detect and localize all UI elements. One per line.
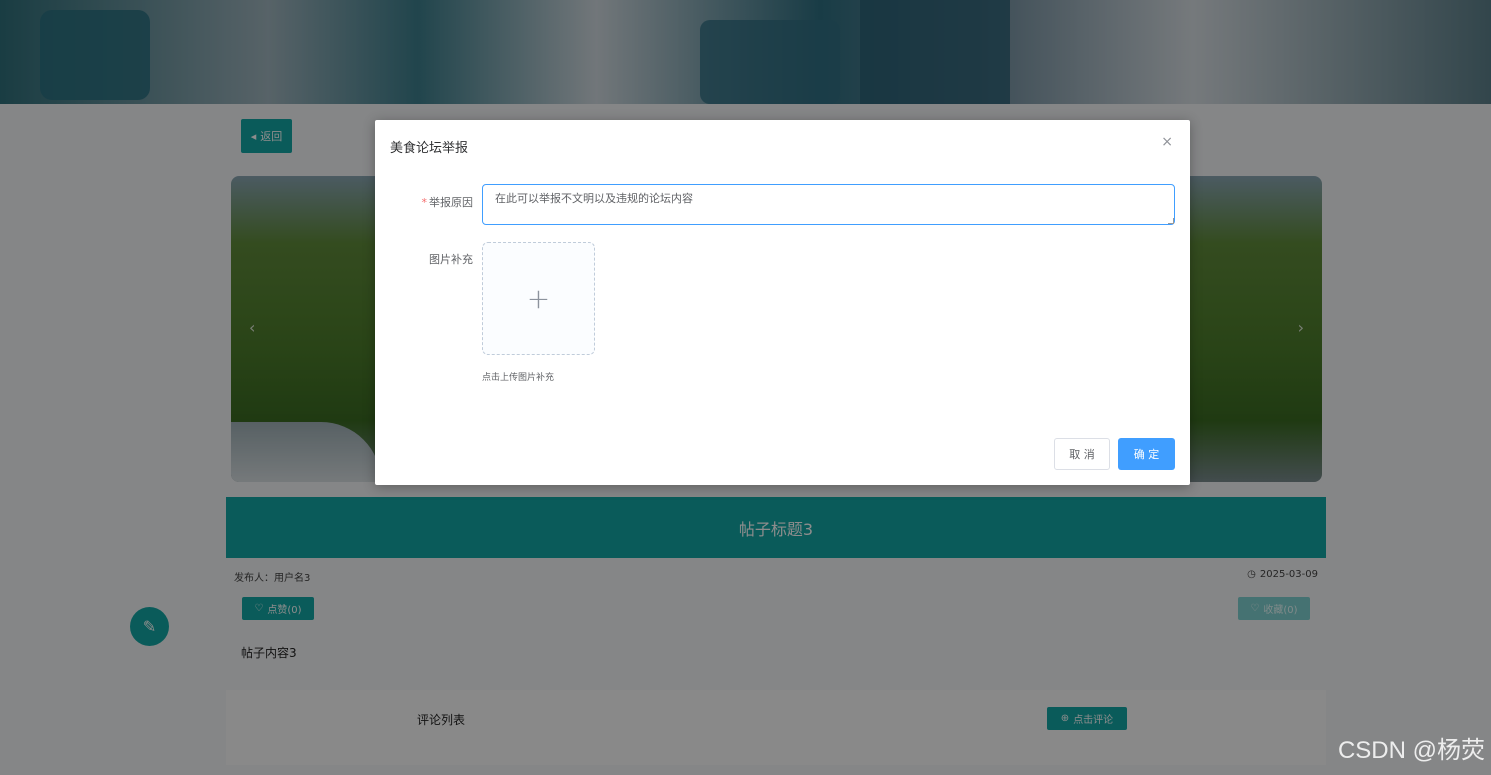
report-dialog: 美食论坛举报 × * 举报原因 在此可以举报不文明以及违规的论坛内容 图片补充 +… — [375, 120, 1190, 485]
upload-tip: 点击上传图片补充 — [482, 373, 555, 383]
reason-label-text: 举报原因 — [429, 196, 473, 209]
dialog-title: 美食论坛举报 — [390, 141, 469, 156]
reason-label: * 举报原因 — [393, 194, 474, 210]
confirm-button[interactable]: 确 定 — [1118, 438, 1175, 470]
resize-handle[interactable] — [1168, 218, 1174, 224]
required-mark: * — [421, 196, 428, 209]
cancel-button[interactable]: 取 消 — [1054, 438, 1110, 470]
image-upload-box[interactable]: + — [482, 242, 595, 355]
image-label: 图片补充 — [429, 253, 473, 266]
reason-textarea[interactable]: 在此可以举报不文明以及违规的论坛内容 — [482, 184, 1175, 225]
watermark: CSDN @杨荧 — [1337, 737, 1485, 764]
close-icon[interactable]: × — [1161, 134, 1173, 150]
plus-icon: + — [526, 282, 551, 315]
